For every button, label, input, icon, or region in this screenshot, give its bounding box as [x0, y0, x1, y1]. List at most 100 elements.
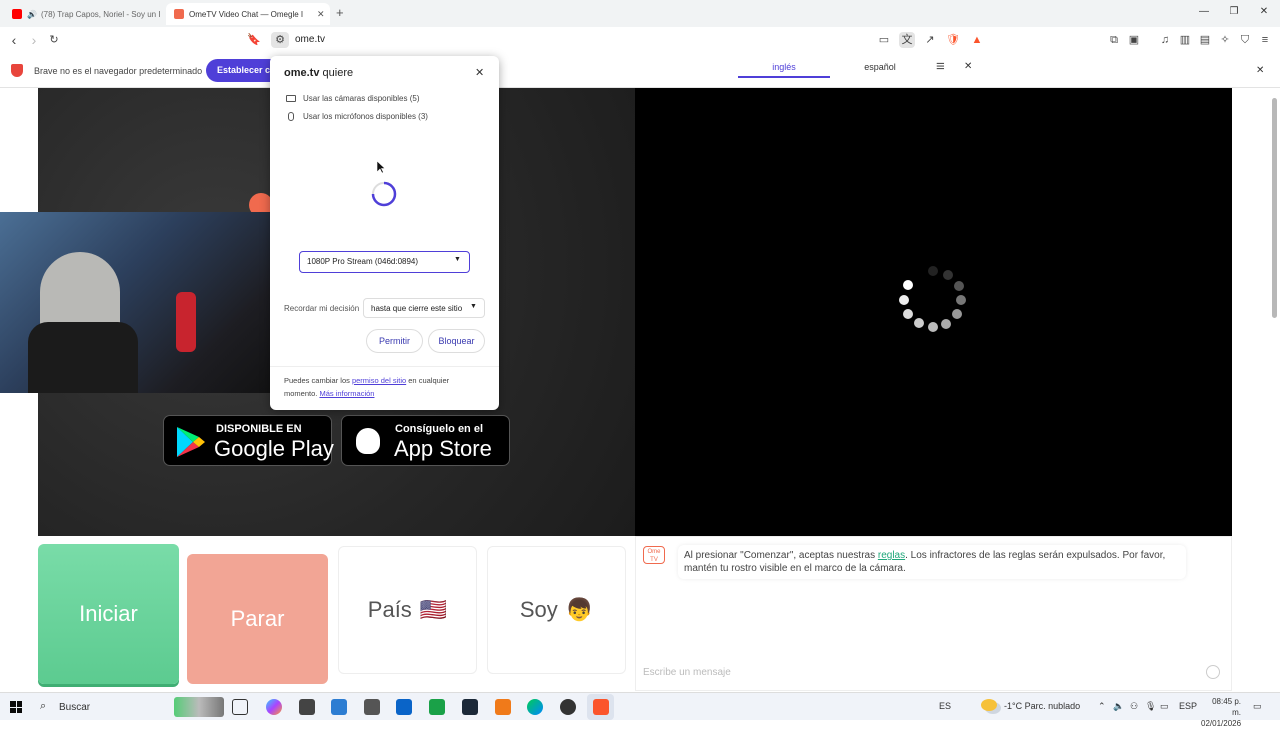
minimize-icon[interactable]: —	[1197, 6, 1211, 17]
extensions-icon[interactable]: ⧉	[1106, 32, 1122, 48]
bookmark-icon[interactable]: 🔖	[246, 32, 262, 48]
translate-icon[interactable]: 文	[899, 32, 915, 48]
start-button[interactable]: Iniciar	[38, 544, 179, 684]
tab-title: (78) Trap Capos, Noriel - Soy un I	[40, 9, 161, 19]
copilot-icon[interactable]	[266, 699, 282, 715]
tab-target-language[interactable]: español	[834, 54, 926, 78]
tab-ometv[interactable]: OmeTV Video Chat — Omegle I ✕	[166, 3, 330, 25]
screenshot-icon[interactable]: ▣	[1126, 32, 1142, 48]
set-default-button[interactable]: Establecer co	[206, 59, 276, 82]
gender-label: Soy	[519, 597, 558, 622]
app-store-badge[interactable]: Consíguelo en el App Store	[341, 415, 510, 466]
share-icon[interactable]: ↗	[922, 32, 938, 48]
reload-icon[interactable]: ↻	[46, 32, 62, 48]
brave-shields-icon[interactable]: 🛡	[945, 32, 961, 48]
task-view-icon[interactable]	[232, 699, 248, 715]
weather-text[interactable]: -1°C Parc. nublado	[1004, 701, 1080, 711]
search-icon: ⌕	[40, 700, 47, 712]
camera-permission-row: Usar las cámaras disponibles (5)	[286, 94, 420, 103]
google-play-badge[interactable]: DISPONIBLE EN Google Play	[163, 415, 334, 466]
cast-icon[interactable]: ▭	[876, 32, 892, 48]
close-infobar-icon[interactable]: ✕	[1256, 65, 1264, 76]
notifications-icon[interactable]: ▭	[1253, 701, 1262, 712]
page-scrollbar[interactable]	[1272, 98, 1277, 318]
rules-link[interactable]: reglas	[878, 550, 905, 561]
back-icon[interactable]: ‹	[6, 32, 22, 48]
close-prompt-icon[interactable]: ✕	[475, 66, 484, 79]
weather-icon	[981, 699, 997, 711]
app-icon[interactable]	[364, 699, 380, 715]
tray-chevron-icon[interactable]: ⌃	[1098, 701, 1106, 712]
mic-permission-row: Usar los micrófonos disponibles (3)	[286, 112, 428, 121]
translate-options-icon[interactable]: ≡	[936, 58, 945, 75]
input-language[interactable]: ES	[939, 701, 951, 711]
taskbar-search[interactable]: ⌕ Buscar	[34, 695, 244, 719]
stop-button[interactable]: Parar	[187, 554, 328, 684]
gender-button[interactable]: Soy 👦	[487, 546, 626, 674]
leo-ai-icon[interactable]: ✧	[1217, 32, 1233, 48]
divider	[270, 366, 499, 367]
close-tab-icon[interactable]: ✕	[317, 9, 325, 20]
new-tab-button[interactable]: +	[336, 5, 344, 20]
message-input[interactable]: Escribe un mensaje	[643, 667, 731, 678]
brave-taskbar-icon[interactable]	[593, 699, 609, 715]
dropdown-arrow-icon: ▼	[454, 256, 461, 263]
url-field[interactable]: ome.tv	[295, 34, 325, 45]
site-settings-icon[interactable]: ⚙	[271, 32, 289, 48]
obs-icon[interactable]	[560, 699, 576, 715]
app-icon[interactable]	[299, 699, 315, 715]
footer-text-1: Puedes cambiar los	[284, 376, 350, 385]
site-permission-link[interactable]: permiso del sitio	[352, 376, 406, 385]
network-tray-icon[interactable]: ▭	[1160, 701, 1169, 712]
emoji-icon[interactable]	[1206, 665, 1220, 679]
rules-notice: Al presionar "Comenzar", aceptas nuestra…	[678, 545, 1186, 579]
ometv-favicon-icon	[174, 9, 184, 19]
more-info-link[interactable]: Más información	[319, 389, 374, 398]
close-window-icon[interactable]: ✕	[1257, 6, 1271, 17]
sidebar-icon[interactable]: ▥	[1177, 32, 1193, 48]
forward-icon[interactable]: ›	[26, 32, 42, 48]
music-icon[interactable]: ♫	[1157, 32, 1173, 48]
allow-button[interactable]: Permitir	[366, 329, 423, 353]
network-icon[interactable]: ⚇	[1130, 701, 1138, 712]
app-store-small-text: Consíguelo en el	[395, 423, 484, 435]
brave-logo-icon	[11, 64, 23, 77]
block-button[interactable]: Bloquear	[428, 329, 485, 353]
infobar-message: Brave no es el navegador predeterminado	[34, 66, 203, 76]
navigation-bar: ‹ › ↻ 🔖 ⚙ ome.tv ▭ 文 ↗ 🛡 ▲ ⧉ ▣ ♫ ▥ ▤ ✧ ⛉…	[0, 27, 1280, 53]
search-placeholder: Buscar	[59, 702, 91, 713]
remember-select[interactable]: hasta que cierre este sitio ▼	[363, 298, 485, 318]
wallet-icon[interactable]: ▤	[1197, 32, 1213, 48]
prompt-footer: Puedes cambiar los permiso del sitio en …	[284, 374, 484, 400]
prompt-site: ome.tv	[284, 67, 320, 79]
camera-text: Usar las cámaras disponibles (5)	[303, 94, 420, 103]
brave-rewards-icon[interactable]: ▲	[969, 32, 985, 48]
keyboard-layout[interactable]: ESP	[1179, 701, 1197, 711]
outlook-icon[interactable]	[396, 699, 412, 715]
app-icon[interactable]	[495, 699, 511, 715]
ometv-page: DISPONIBLE EN Google Play Consíguelo en …	[0, 88, 1277, 692]
prompt-title: ome.tv quiere	[284, 67, 353, 79]
edge-icon[interactable]	[527, 699, 543, 715]
speaker-icon[interactable]: 🔊	[27, 10, 37, 19]
sheets-icon[interactable]	[429, 699, 445, 715]
speaker-tray-icon[interactable]: 🔈	[1113, 701, 1124, 712]
steam-icon[interactable]	[462, 699, 478, 715]
vpn-icon[interactable]: ⛉	[1237, 32, 1253, 48]
tab-source-language[interactable]: inglés	[738, 54, 830, 78]
camera-select-value: 1080P Pro Stream (046d:0894)	[307, 257, 419, 266]
mic-tray-icon[interactable]: 🎙	[1145, 701, 1156, 712]
menu-icon[interactable]: ≡	[1257, 32, 1273, 48]
windows-start-icon[interactable]	[10, 701, 22, 713]
restore-icon[interactable]: ❐	[1227, 6, 1241, 17]
close-translate-icon[interactable]: ✕	[964, 61, 972, 72]
clock[interactable]: 08:45 p. m. 02/01/2026	[1201, 696, 1241, 729]
camera-select[interactable]: 1080P Pro Stream (046d:0894) ▼	[299, 251, 470, 273]
photos-icon[interactable]	[331, 699, 347, 715]
camera-icon	[286, 95, 296, 102]
country-button[interactable]: País 🇺🇸	[338, 546, 477, 674]
remember-label: Recordar mi decisión	[284, 304, 360, 313]
remember-select-value: hasta que cierre este sitio	[371, 304, 463, 313]
microphone-icon	[288, 112, 294, 121]
tab-youtube[interactable]: 🔊 (78) Trap Capos, Noriel - Soy un I	[4, 3, 164, 25]
